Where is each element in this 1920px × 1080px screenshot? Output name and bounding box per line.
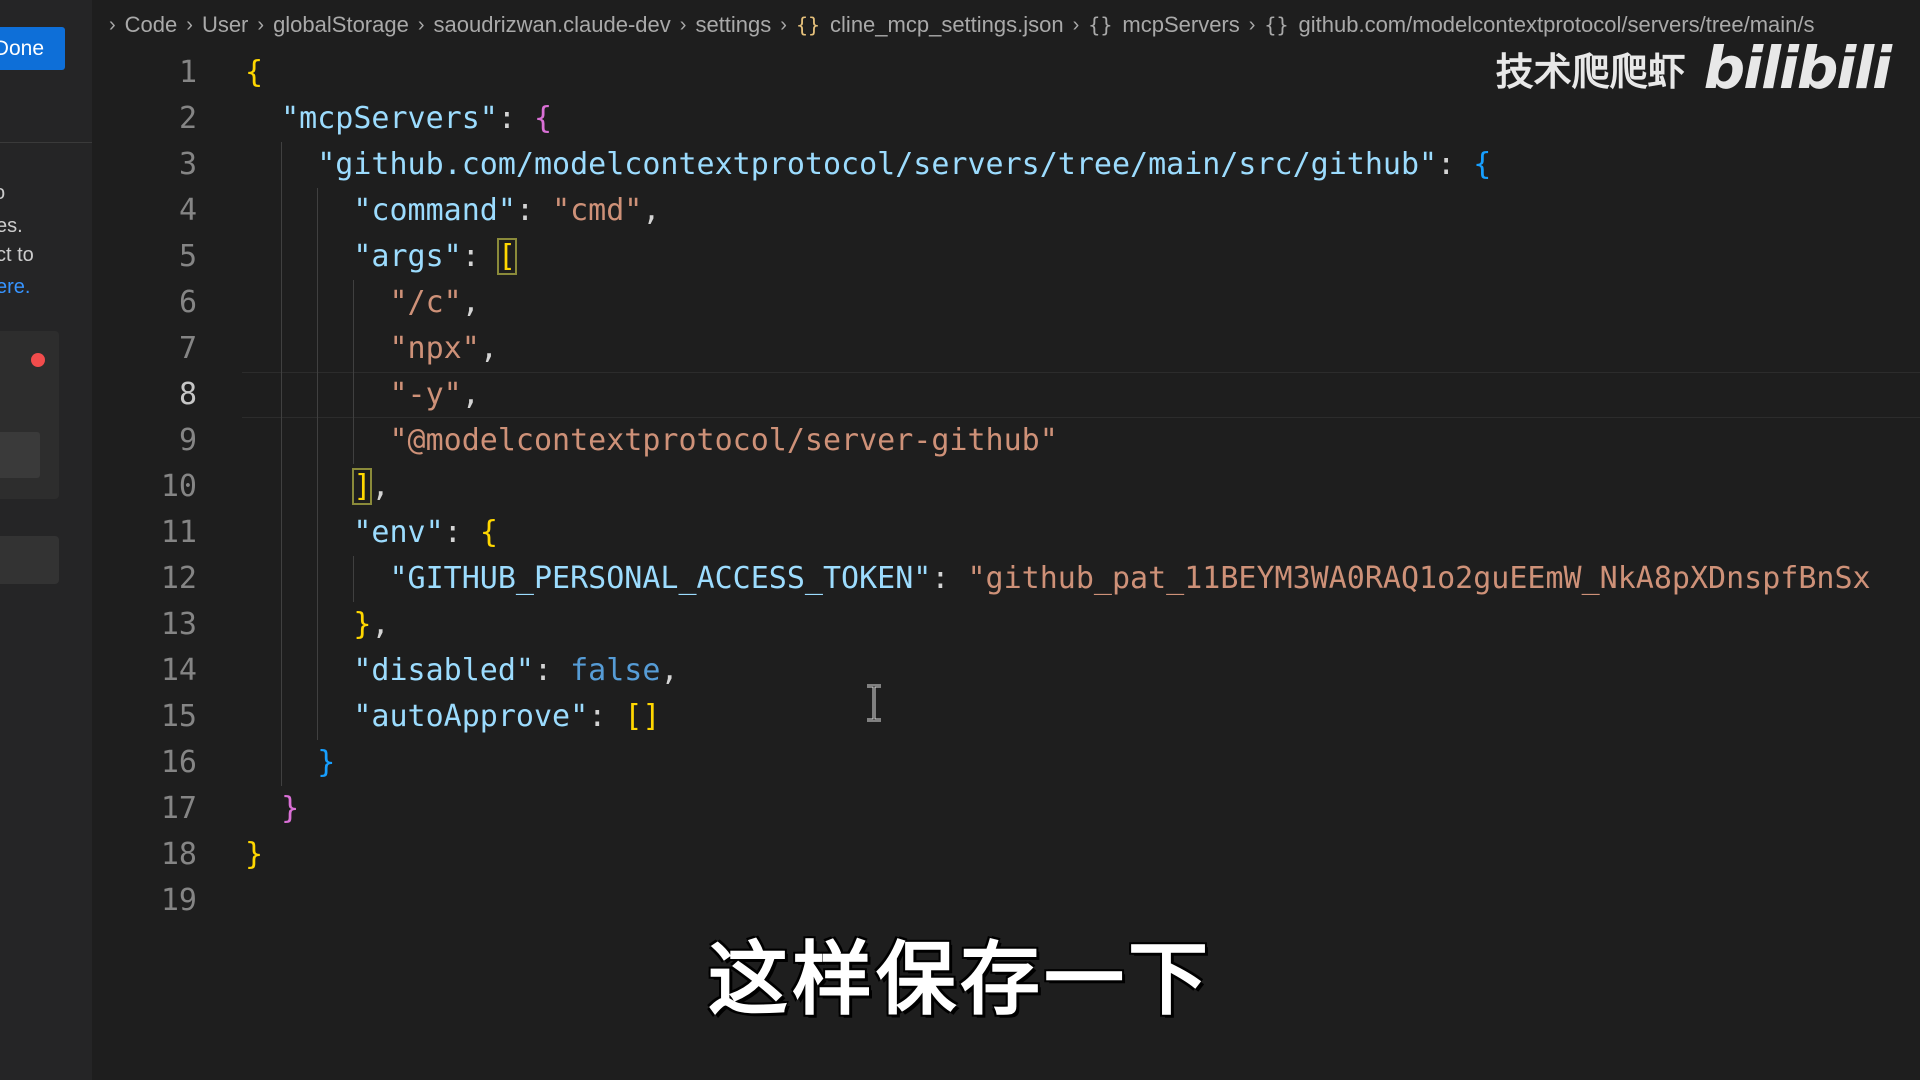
line-number: 6 bbox=[178, 285, 197, 320]
code-text: "mcpServers": { bbox=[281, 101, 553, 136]
watermark-author: 技术爬爬虾 bbox=[1495, 49, 1686, 94]
line-number: 17 bbox=[160, 791, 197, 826]
code-line[interactable]: 17 } bbox=[92, 786, 1920, 832]
line-number: 4 bbox=[178, 193, 197, 228]
chevron-right-icon: › bbox=[1072, 13, 1080, 36]
object-icon: {} bbox=[1264, 13, 1289, 37]
line-number: 12 bbox=[160, 561, 197, 596]
code-text: ], bbox=[352, 468, 390, 505]
code-text: { bbox=[245, 55, 264, 90]
line-number: 5 bbox=[178, 239, 197, 274]
code-text: "GITHUB_PERSONAL_ACCESS_TOKEN": "github_… bbox=[389, 561, 1871, 596]
code-text: } bbox=[281, 791, 300, 826]
side-divider bbox=[0, 142, 92, 143]
code-text: "env": { bbox=[353, 515, 498, 550]
code-text: "disabled": false, bbox=[353, 653, 679, 688]
breadcrumb-item-file[interactable]: cline_mcp_settings.json bbox=[830, 12, 1064, 38]
code-line[interactable]: 3 "github.com/modelcontextprotocol/serve… bbox=[92, 142, 1920, 188]
chevron-right-icon: › bbox=[109, 13, 116, 36]
side-link[interactable]: ere. bbox=[0, 276, 30, 299]
code-text: "autoApprove": [] bbox=[353, 699, 661, 734]
code-line[interactable]: 14 "disabled": false, bbox=[92, 648, 1920, 694]
side-text-1: o bbox=[0, 182, 5, 205]
code-line[interactable]: 10 ], bbox=[92, 464, 1920, 510]
chevron-right-icon: › bbox=[679, 13, 687, 36]
code-text: "npx", bbox=[389, 331, 498, 366]
line-number: 15 bbox=[160, 699, 197, 734]
breadcrumb-item-extension[interactable]: saoudrizwan.claude-dev bbox=[434, 12, 671, 38]
video-watermark: 技术爬爬虾 bilibili bbox=[1495, 34, 1892, 102]
line-number: 14 bbox=[160, 653, 197, 688]
code-line[interactable]: 4 "command": "cmd", bbox=[92, 188, 1920, 234]
bilibili-logo-icon: bilibili bbox=[1703, 34, 1892, 102]
chevron-right-icon: › bbox=[780, 13, 787, 36]
code-line[interactable]: 8 "-y", bbox=[92, 372, 1920, 418]
line-number: 16 bbox=[160, 745, 197, 780]
object-icon: {} bbox=[1088, 13, 1113, 37]
code-line[interactable]: 11 "env": { bbox=[92, 510, 1920, 556]
line-number: 10 bbox=[160, 469, 197, 504]
done-button-label: Done bbox=[0, 36, 44, 60]
chevron-right-icon: › bbox=[417, 13, 425, 36]
code-line[interactable]: 15 "autoApprove": [] bbox=[92, 694, 1920, 740]
line-number: 9 bbox=[178, 423, 197, 458]
code-line[interactable]: 5 "args": [ bbox=[92, 234, 1920, 280]
code-text: "command": "cmd", bbox=[353, 193, 661, 228]
line-number: 7 bbox=[178, 331, 197, 366]
line-number: 8 bbox=[178, 377, 197, 412]
code-line[interactable]: 18} bbox=[92, 832, 1920, 878]
server-card-control[interactable] bbox=[0, 432, 40, 478]
code-text: "@modelcontextprotocol/server-github" bbox=[389, 423, 1058, 458]
json-file-icon: {} bbox=[795, 13, 821, 37]
code-text: "/c", bbox=[389, 285, 480, 320]
line-number: 13 bbox=[160, 607, 197, 642]
line-number: 18 bbox=[160, 837, 197, 872]
code-text: "-y", bbox=[389, 377, 480, 412]
code-line[interactable]: 7 "npx", bbox=[92, 326, 1920, 372]
breadcrumb-item-user[interactable]: User bbox=[202, 12, 248, 38]
chevron-right-icon: › bbox=[257, 13, 265, 36]
line-number: 11 bbox=[160, 515, 197, 550]
video-subtitle: 这样保存一下 bbox=[708, 933, 1212, 1026]
code-text: "github.com/modelcontextprotocol/servers… bbox=[317, 147, 1492, 182]
breadcrumb-item-settings[interactable]: settings bbox=[695, 12, 771, 38]
breadcrumb-item-code[interactable]: Code bbox=[125, 12, 178, 38]
line-number: 3 bbox=[178, 147, 197, 182]
code-text: "args": [ bbox=[353, 238, 517, 275]
side-card-secondary[interactable] bbox=[0, 536, 59, 584]
code-line[interactable]: 12 "GITHUB_PERSONAL_ACCESS_TOKEN": "gith… bbox=[92, 556, 1920, 602]
breadcrumb-item-mcpservers[interactable]: mcpServers bbox=[1122, 12, 1239, 38]
code-text: } bbox=[245, 837, 264, 872]
status-dot-icon bbox=[31, 353, 45, 367]
code-line[interactable]: 13 }, bbox=[92, 602, 1920, 648]
chevron-right-icon: › bbox=[186, 13, 193, 36]
text-cursor-icon bbox=[867, 684, 881, 722]
side-text-3: ct to bbox=[0, 244, 34, 266]
current-line-highlight bbox=[242, 372, 1920, 418]
done-button[interactable]: Done bbox=[0, 27, 65, 70]
code-line[interactable]: 16 } bbox=[92, 740, 1920, 786]
code-line[interactable]: 6 "/c", bbox=[92, 280, 1920, 326]
line-number: 1 bbox=[178, 55, 197, 90]
chevron-right-icon: › bbox=[1248, 13, 1256, 36]
line-number: 2 bbox=[178, 101, 197, 136]
side-text-2: es. bbox=[0, 215, 23, 237]
code-line[interactable]: 9 "@modelcontextprotocol/server-github" bbox=[92, 418, 1920, 464]
code-line[interactable]: 2 "mcpServers": { bbox=[92, 96, 1920, 142]
breadcrumb-item-globalstorage[interactable]: globalStorage bbox=[273, 12, 409, 38]
code-text: } bbox=[317, 745, 336, 780]
code-text: }, bbox=[353, 607, 390, 642]
